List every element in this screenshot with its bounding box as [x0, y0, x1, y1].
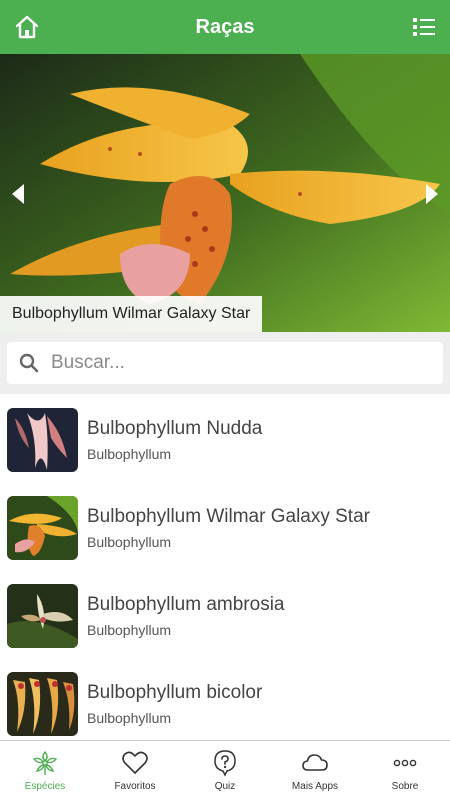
search-icon: [19, 353, 39, 373]
cloud-icon: [302, 754, 328, 771]
page-title: Raças: [195, 15, 255, 38]
species-name: Bulbophyllum bicolor: [87, 682, 263, 703]
list-item[interactable]: Bulbophyllum Nudda Bulbophyllum: [0, 394, 450, 482]
list-item[interactable]: Bulbophyllum Wilmar Galaxy Star Bulbophy…: [0, 482, 450, 570]
featured-orchid-image: [0, 54, 450, 332]
list-item[interactable]: Bulbophyllum ambrosia Bulbophyllum: [0, 570, 450, 658]
question-icon: [214, 750, 236, 777]
tab-especies[interactable]: Espécies: [0, 741, 90, 801]
tab-label: Sobre: [391, 781, 419, 792]
more-dots-icon: [393, 759, 417, 767]
orchid-thumbnail: [7, 408, 78, 472]
species-name: Bulbophyllum Nudda: [87, 418, 263, 439]
tab-label: Espécies: [24, 781, 66, 792]
tab-quiz[interactable]: Quiz: [180, 741, 270, 801]
next-arrow-icon[interactable]: [420, 182, 442, 206]
tab-label: Mais Apps: [291, 781, 339, 792]
flower-icon: [32, 750, 58, 775]
species-genus: Bulbophyllum: [87, 622, 172, 638]
app-header: Raças: [0, 0, 450, 54]
tab-label: Quiz: [214, 781, 236, 792]
species-genus: Bulbophyllum: [87, 710, 172, 726]
bottom-tab-bar: Espécies Favoritos Quiz Mais Apps Sobre: [0, 740, 450, 801]
tab-favoritos[interactable]: Favoritos: [90, 741, 180, 801]
orchid-thumbnail: [7, 584, 78, 648]
featured-carousel[interactable]: Bulbophyllum Wilmar Galaxy Star: [0, 54, 450, 332]
list-item[interactable]: Bulbophyllum bicolor Bulbophyllum: [0, 658, 450, 746]
orchid-thumbnail: [7, 672, 78, 736]
heart-icon: [122, 751, 148, 774]
tab-label: Favoritos: [114, 781, 156, 792]
search-input[interactable]: [49, 351, 433, 375]
species-genus: Bulbophyllum: [87, 446, 172, 462]
previous-arrow-icon[interactable]: [8, 182, 30, 206]
tab-sobre[interactable]: Sobre: [360, 741, 450, 801]
home-icon[interactable]: [14, 14, 40, 40]
featured-caption: Bulbophyllum Wilmar Galaxy Star: [0, 296, 263, 332]
orchid-thumbnail: [7, 496, 78, 560]
search-bar: [0, 332, 450, 394]
search-box[interactable]: [7, 342, 443, 384]
species-genus: Bulbophyllum: [87, 534, 172, 550]
list-menu-icon[interactable]: [412, 16, 436, 38]
species-name: Bulbophyllum ambrosia: [87, 594, 285, 615]
tab-mais-apps[interactable]: Mais Apps: [270, 741, 360, 801]
species-list: Bulbophyllum Nudda Bulbophyllum Bulbophy…: [0, 394, 450, 746]
species-name: Bulbophyllum Wilmar Galaxy Star: [87, 506, 370, 527]
